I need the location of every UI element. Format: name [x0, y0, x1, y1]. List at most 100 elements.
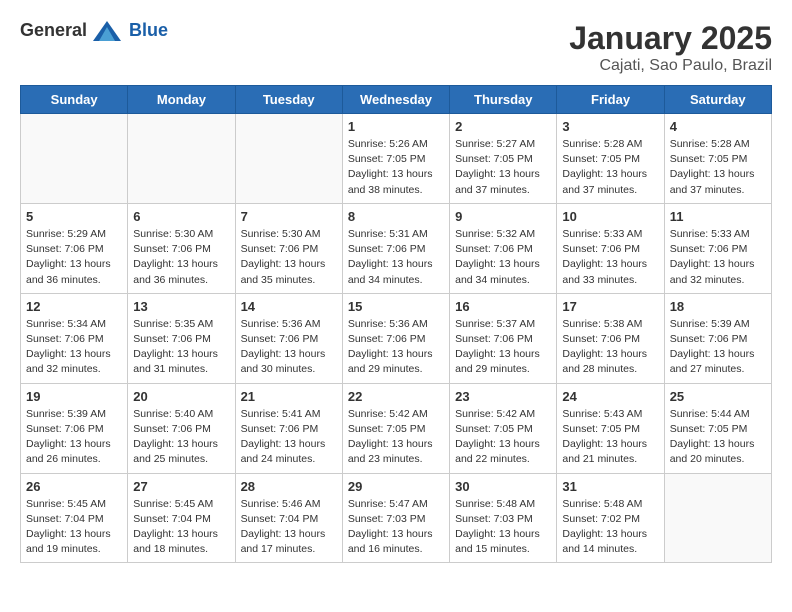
table-row: 24Sunrise: 5:43 AM Sunset: 7:05 PM Dayli… — [557, 383, 664, 473]
calendar-week-row: 5 Sunrise: 5:29 AM Sunset: 7:06 PM Daylig… — [21, 203, 772, 293]
day-info: Sunrise: 5:42 AM Sunset: 7:05 PM Dayligh… — [455, 407, 551, 468]
title-block: January 2025 Cajati, Sao Paulo, Brazil — [569, 20, 772, 75]
calendar-table: Sunday Monday Tuesday Wednesday Thursday… — [20, 85, 772, 563]
day-number: 19 — [26, 389, 122, 404]
day-info: Sunrise: 5:29 AM Sunset: 7:06 PM Dayligh… — [26, 227, 122, 288]
table-row: 17 Sunrise: 5:38 AM Sunset: 7:06 PM Dayli… — [557, 293, 664, 383]
calendar-week-row: 1Sunrise: 5:26 AM Sunset: 7:05 PM Daylig… — [21, 114, 772, 204]
day-info: Sunrise: 5:27 AM Sunset: 7:05 PM Dayligh… — [455, 137, 551, 198]
table-row: 31 Sunrise: 5:48 AM Sunset: 7:02 PM Dayli… — [557, 473, 664, 563]
day-info: Sunrise: 5:45 AM Sunset: 7:04 PM Dayligh… — [26, 497, 122, 558]
day-number: 30 — [455, 479, 551, 494]
day-number: 10 — [562, 209, 658, 224]
day-info: Sunrise: 5:48 AM Sunset: 7:03 PM Dayligh… — [455, 497, 551, 558]
day-info: Sunrise: 5:45 AM Sunset: 7:04 PM Dayligh… — [133, 497, 229, 558]
day-info: Sunrise: 5:30 AM Sunset: 7:06 PM Dayligh… — [241, 227, 337, 288]
day-info: Sunrise: 5:41 AM Sunset: 7:06 PM Dayligh… — [241, 407, 337, 468]
day-info: Sunrise: 5:35 AM Sunset: 7:06 PM Dayligh… — [133, 317, 229, 378]
table-row: 4Sunrise: 5:28 AM Sunset: 7:05 PM Daylig… — [664, 114, 771, 204]
table-row: 14 Sunrise: 5:36 AM Sunset: 7:06 PM Dayli… — [235, 293, 342, 383]
logo: General Blue — [20, 20, 168, 41]
day-info: Sunrise: 5:26 AM Sunset: 7:05 PM Dayligh… — [348, 137, 444, 198]
day-number: 7 — [241, 209, 337, 224]
day-number: 5 — [26, 209, 122, 224]
day-number: 31 — [562, 479, 658, 494]
table-row — [664, 473, 771, 563]
table-row: 7 Sunrise: 5:30 AM Sunset: 7:06 PM Daylig… — [235, 203, 342, 293]
table-row: 20 Sunrise: 5:40 AM Sunset: 7:06 PM Dayli… — [128, 383, 235, 473]
day-info: Sunrise: 5:33 AM Sunset: 7:06 PM Dayligh… — [562, 227, 658, 288]
day-info: Sunrise: 5:28 AM Sunset: 7:05 PM Dayligh… — [562, 137, 658, 198]
day-number: 22 — [348, 389, 444, 404]
day-info: Sunrise: 5:39 AM Sunset: 7:06 PM Dayligh… — [26, 407, 122, 468]
table-row: 10 Sunrise: 5:33 AM Sunset: 7:06 PM Dayli… — [557, 203, 664, 293]
day-number: 16 — [455, 299, 551, 314]
day-number: 9 — [455, 209, 551, 224]
calendar-header-row: Sunday Monday Tuesday Wednesday Thursday… — [21, 86, 772, 114]
day-info: Sunrise: 5:46 AM Sunset: 7:04 PM Dayligh… — [241, 497, 337, 558]
table-row: 21 Sunrise: 5:41 AM Sunset: 7:06 PM Dayli… — [235, 383, 342, 473]
day-number: 28 — [241, 479, 337, 494]
table-row: 13 Sunrise: 5:35 AM Sunset: 7:06 PM Dayli… — [128, 293, 235, 383]
table-row: 11 Sunrise: 5:33 AM Sunset: 7:06 PM Dayli… — [664, 203, 771, 293]
day-info: Sunrise: 5:36 AM Sunset: 7:06 PM Dayligh… — [241, 317, 337, 378]
col-wednesday: Wednesday — [342, 86, 449, 114]
day-number: 11 — [670, 209, 766, 224]
day-number: 29 — [348, 479, 444, 494]
table-row: 25Sunrise: 5:44 AM Sunset: 7:05 PM Dayli… — [664, 383, 771, 473]
day-info: Sunrise: 5:40 AM Sunset: 7:06 PM Dayligh… — [133, 407, 229, 468]
table-row: 2 Sunrise: 5:27 AM Sunset: 7:05 PM Daylig… — [450, 114, 557, 204]
day-info: Sunrise: 5:37 AM Sunset: 7:06 PM Dayligh… — [455, 317, 551, 378]
table-row: 22Sunrise: 5:42 AM Sunset: 7:05 PM Dayli… — [342, 383, 449, 473]
table-row: 3Sunrise: 5:28 AM Sunset: 7:05 PM Daylig… — [557, 114, 664, 204]
table-row: 5 Sunrise: 5:29 AM Sunset: 7:06 PM Daylig… — [21, 203, 128, 293]
calendar-week-row: 19 Sunrise: 5:39 AM Sunset: 7:06 PM Dayli… — [21, 383, 772, 473]
day-number: 6 — [133, 209, 229, 224]
day-number: 14 — [241, 299, 337, 314]
table-row: 16 Sunrise: 5:37 AM Sunset: 7:06 PM Dayli… — [450, 293, 557, 383]
day-number: 23 — [455, 389, 551, 404]
day-info: Sunrise: 5:34 AM Sunset: 7:06 PM Dayligh… — [26, 317, 122, 378]
day-info: Sunrise: 5:48 AM Sunset: 7:02 PM Dayligh… — [562, 497, 658, 558]
day-info: Sunrise: 5:38 AM Sunset: 7:06 PM Dayligh… — [562, 317, 658, 378]
table-row: 15Sunrise: 5:36 AM Sunset: 7:06 PM Dayli… — [342, 293, 449, 383]
logo-text-general: General — [20, 20, 87, 41]
day-number: 12 — [26, 299, 122, 314]
logo-text-blue: Blue — [129, 20, 168, 41]
table-row: 18Sunrise: 5:39 AM Sunset: 7:06 PM Dayli… — [664, 293, 771, 383]
day-number: 13 — [133, 299, 229, 314]
day-number: 18 — [670, 299, 766, 314]
col-tuesday: Tuesday — [235, 86, 342, 114]
table-row: 28 Sunrise: 5:46 AM Sunset: 7:04 PM Dayli… — [235, 473, 342, 563]
day-info: Sunrise: 5:31 AM Sunset: 7:06 PM Dayligh… — [348, 227, 444, 288]
table-row: 12 Sunrise: 5:34 AM Sunset: 7:06 PM Dayli… — [21, 293, 128, 383]
day-number: 2 — [455, 119, 551, 134]
table-row: 27 Sunrise: 5:45 AM Sunset: 7:04 PM Dayli… — [128, 473, 235, 563]
col-monday: Monday — [128, 86, 235, 114]
day-number: 26 — [26, 479, 122, 494]
day-info: Sunrise: 5:32 AM Sunset: 7:06 PM Dayligh… — [455, 227, 551, 288]
calendar-week-row: 12 Sunrise: 5:34 AM Sunset: 7:06 PM Dayli… — [21, 293, 772, 383]
day-number: 27 — [133, 479, 229, 494]
logo-icon — [93, 21, 121, 41]
table-row: 29 Sunrise: 5:47 AM Sunset: 7:03 PM Dayli… — [342, 473, 449, 563]
day-number: 17 — [562, 299, 658, 314]
calendar-subtitle: Cajati, Sao Paulo, Brazil — [569, 57, 772, 75]
calendar-week-row: 26 Sunrise: 5:45 AM Sunset: 7:04 PM Dayli… — [21, 473, 772, 563]
day-info: Sunrise: 5:33 AM Sunset: 7:06 PM Dayligh… — [670, 227, 766, 288]
day-info: Sunrise: 5:28 AM Sunset: 7:05 PM Dayligh… — [670, 137, 766, 198]
day-number: 21 — [241, 389, 337, 404]
page-header: General Blue January 2025 Cajati, Sao Pa… — [20, 20, 772, 75]
table-row — [21, 114, 128, 204]
table-row — [128, 114, 235, 204]
col-saturday: Saturday — [664, 86, 771, 114]
table-row: 23 Sunrise: 5:42 AM Sunset: 7:05 PM Dayli… — [450, 383, 557, 473]
day-number: 15 — [348, 299, 444, 314]
day-number: 20 — [133, 389, 229, 404]
day-info: Sunrise: 5:30 AM Sunset: 7:06 PM Dayligh… — [133, 227, 229, 288]
table-row: 19 Sunrise: 5:39 AM Sunset: 7:06 PM Dayli… — [21, 383, 128, 473]
day-number: 24 — [562, 389, 658, 404]
day-number: 25 — [670, 389, 766, 404]
day-info: Sunrise: 5:47 AM Sunset: 7:03 PM Dayligh… — [348, 497, 444, 558]
table-row: 1Sunrise: 5:26 AM Sunset: 7:05 PM Daylig… — [342, 114, 449, 204]
